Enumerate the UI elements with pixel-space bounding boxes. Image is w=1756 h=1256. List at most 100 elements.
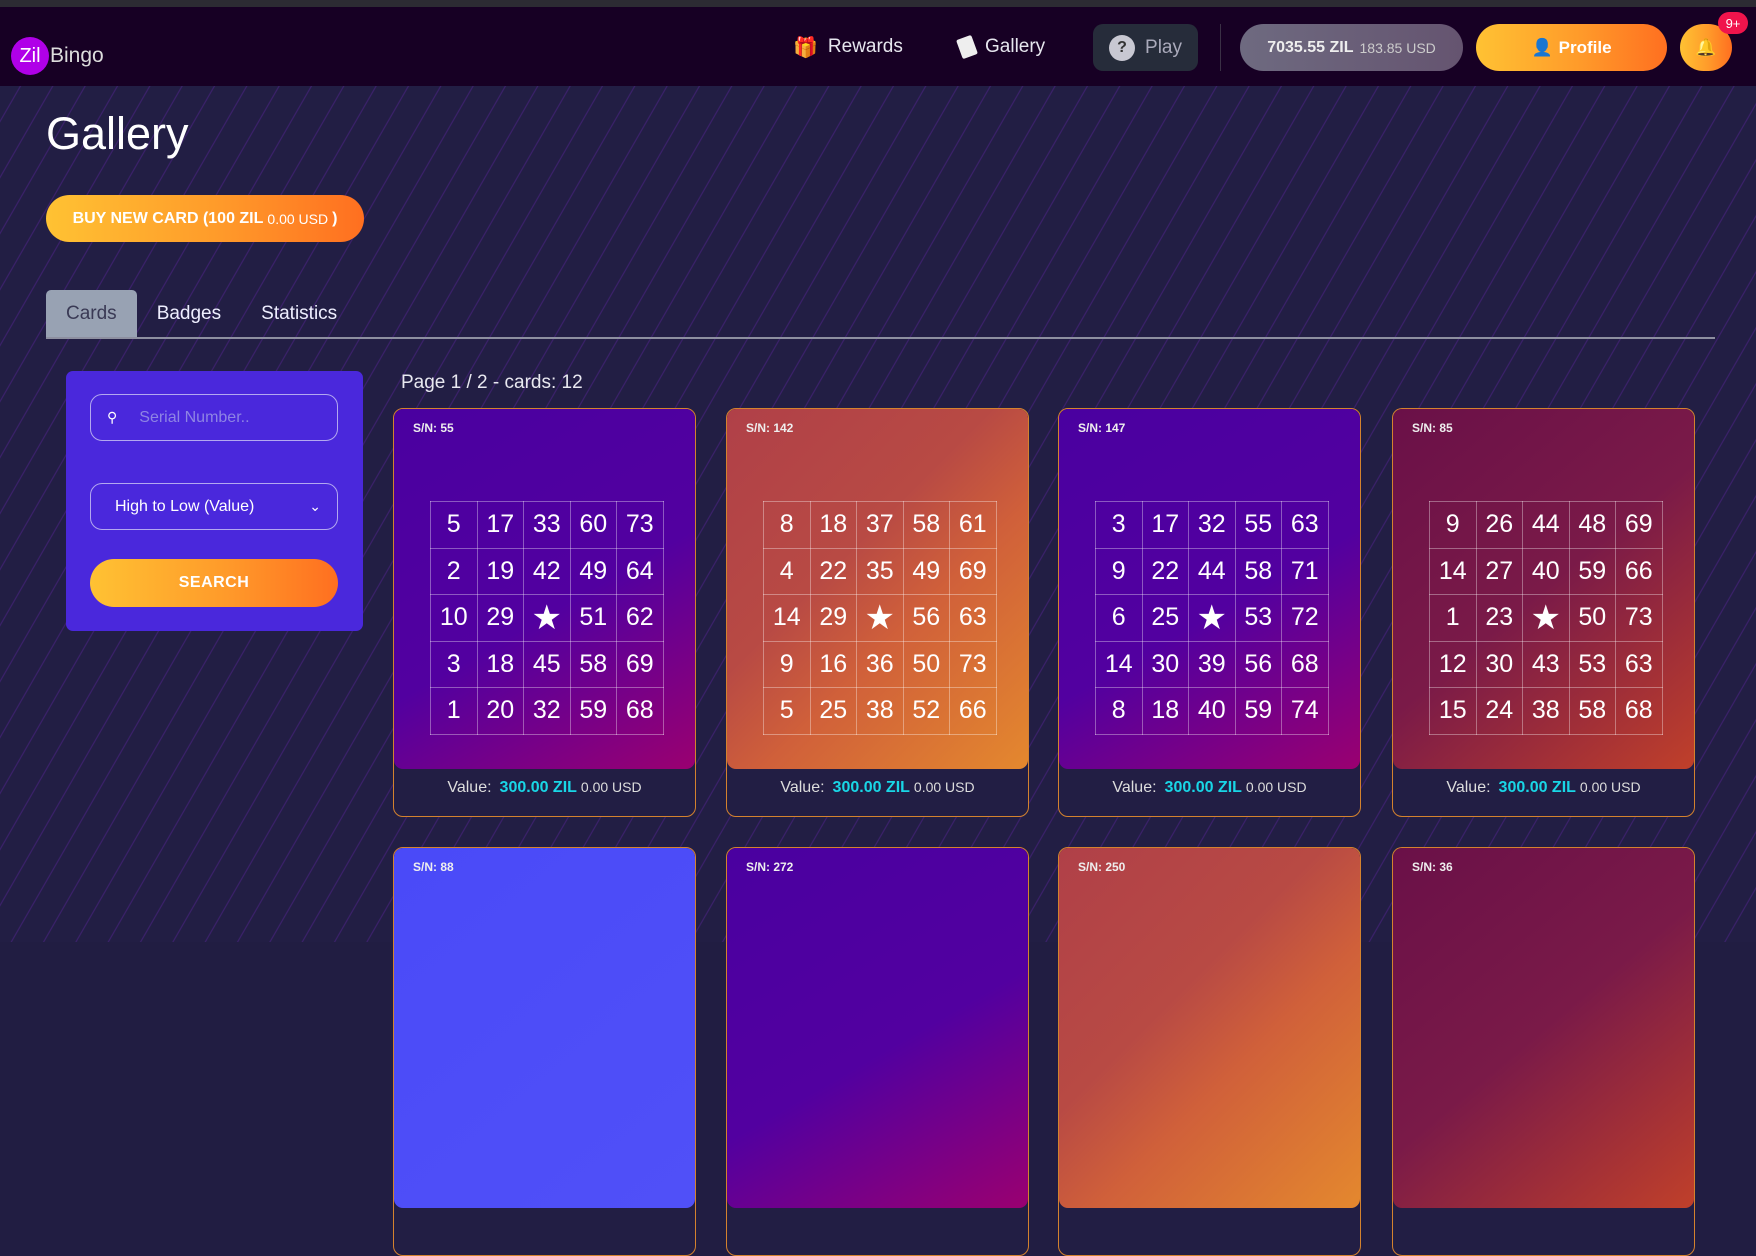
grid-number: 50 <box>1568 594 1616 642</box>
grid-number: 32 <box>523 687 571 735</box>
card-face: S/N: 147 3 17 32 55 63 9 22 44 58 71 6 25 ★ 53 72 14 30 39… <box>1059 409 1360 769</box>
grid-number: 24 <box>1475 687 1523 735</box>
grid-number: 69 <box>616 640 664 688</box>
grid-number: 44 <box>1522 501 1570 549</box>
card-value: Value: 300.00 ZIL 0.00 USD <box>1059 779 1360 797</box>
buy-close: ) <box>332 209 338 227</box>
grid-number: 26 <box>1475 501 1523 549</box>
grid-number: 61 <box>949 501 997 549</box>
filter-panel: ⚲ High to Low (Value) ⌄ SEARCH <box>66 371 363 631</box>
card-face: S/N: 36 <box>1393 848 1694 1208</box>
grid-number: 53 <box>1568 640 1616 688</box>
grid-number: 56 <box>1234 640 1282 688</box>
grid-number: 48 <box>1568 501 1616 549</box>
logo-zil: Zil <box>11 37 49 75</box>
nav-rewards-label: Rewards <box>827 36 903 57</box>
card-value: Value: 300.00 ZIL 0.00 USD <box>394 779 695 797</box>
value-label: Value: <box>1112 779 1157 796</box>
notification-badge: 9+ <box>1718 12 1748 34</box>
value-zil: 300.00 ZIL <box>1498 779 1576 796</box>
grid-number: 73 <box>949 640 997 688</box>
grid-number: 74 <box>1281 687 1329 735</box>
play-label: Play <box>1145 36 1182 58</box>
grid-number: 20 <box>476 687 524 735</box>
search-icon: ⚲ <box>107 409 118 425</box>
serial-number: S/N: 142 <box>746 421 794 435</box>
grid-number: 29 <box>476 594 524 642</box>
search-button[interactable]: SEARCH <box>90 559 338 607</box>
grid-number: 63 <box>949 594 997 642</box>
grid-number: 3 <box>430 640 478 688</box>
grid-number: 18 <box>476 640 524 688</box>
grid-number: 29 <box>809 594 857 642</box>
serial-number: S/N: 85 <box>1412 421 1453 435</box>
grid-number: 3 <box>1095 501 1143 549</box>
grid-number: 5 <box>430 501 478 549</box>
grid-number: 71 <box>1281 547 1329 595</box>
grid-number: 68 <box>616 687 664 735</box>
grid-number: 17 <box>1141 501 1189 549</box>
buy-usd: 0.00 USD <box>267 210 329 227</box>
grid-number: 43 <box>1522 640 1570 688</box>
nav-divider <box>1220 24 1221 71</box>
grid-number: 38 <box>856 687 904 735</box>
nav-gallery[interactable]: Gallery <box>956 27 1045 67</box>
bingo-card[interactable]: S/N: 36 <box>1392 847 1695 1256</box>
grid-number: 40 <box>1188 687 1236 735</box>
grid-number: 9 <box>1429 501 1477 549</box>
grid-number: 9 <box>1095 547 1143 595</box>
serial-number: S/N: 88 <box>413 860 454 874</box>
grid-number: 55 <box>1234 501 1282 549</box>
grid-number: 30 <box>1475 640 1523 688</box>
cards-icon <box>956 34 978 60</box>
star-icon: ★ <box>523 594 571 642</box>
grid-number: 36 <box>856 640 904 688</box>
grid-number: 35 <box>856 547 904 595</box>
play-button[interactable]: ? Play <box>1093 24 1198 71</box>
grid-number: 27 <box>1475 547 1523 595</box>
grid-number: 15 <box>1429 687 1477 735</box>
star-icon: ★ <box>856 594 904 642</box>
grid-number: 16 <box>809 640 857 688</box>
bingo-card[interactable]: S/N: 85 9 26 44 48 69 14 27 40 59 66 1 23 ★ 50 73 12 30 43… <box>1392 408 1695 817</box>
grid-number: 1 <box>430 687 478 735</box>
logo[interactable]: Zil Bingo <box>11 37 104 75</box>
tab-badges[interactable]: Badges <box>137 290 241 337</box>
grid-number: 18 <box>1141 687 1189 735</box>
tab-cards[interactable]: Cards <box>46 290 137 337</box>
profile-button[interactable]: 👤 Profile <box>1476 24 1667 71</box>
card-face: S/N: 55 5 17 33 60 73 2 19 42 49 64 10 29 ★ 51 62 3 18 45 5… <box>394 409 695 769</box>
bingo-card[interactable]: S/N: 88 <box>393 847 696 1256</box>
grid-number: 9 <box>763 640 811 688</box>
balance-pill[interactable]: 7035.55 ZIL 183.85 USD <box>1240 24 1463 71</box>
grid-number: 73 <box>616 501 664 549</box>
grid-number: 66 <box>1615 547 1663 595</box>
tab-statistics[interactable]: Statistics <box>241 290 357 337</box>
card-face: S/N: 250 <box>1059 848 1360 1208</box>
grid-number: 72 <box>1281 594 1329 642</box>
grid-number: 64 <box>616 547 664 595</box>
bingo-card[interactable]: S/N: 272 <box>726 847 1029 1256</box>
card-value: Value: 300.00 ZIL 0.00 USD <box>727 779 1028 797</box>
bingo-card[interactable]: S/N: 142 8 18 37 58 61 4 22 35 49 69 14 29 ★ 56 63 9 16 36… <box>726 408 1029 817</box>
bingo-grid: 8 18 37 58 61 4 22 35 49 69 14 29 ★ 56 63 9 16 36 50 73 5 25 3… <box>763 501 997 735</box>
browser-strip <box>0 0 1756 7</box>
grid-number: 17 <box>476 501 524 549</box>
grid-number: 40 <box>1522 547 1570 595</box>
bingo-grid: 3 17 32 55 63 9 22 44 58 71 6 25 ★ 53 72 14 30 39 56 68 8 18 4… <box>1095 501 1329 735</box>
serial-search-field[interactable]: ⚲ <box>90 394 338 441</box>
buy-new-card-button[interactable]: BUY NEW CARD (100 ZIL 0.00 USD ) <box>46 195 364 242</box>
bingo-card[interactable]: S/N: 147 3 17 32 55 63 9 22 44 58 71 6 25 ★ 53 72 14 30 39… <box>1058 408 1361 817</box>
serial-number-input[interactable] <box>139 408 320 427</box>
serial-number: S/N: 250 <box>1078 860 1126 874</box>
bingo-card[interactable]: S/N: 250 <box>1058 847 1361 1256</box>
gallery-tabs: Cards Badges Statistics <box>46 290 1715 339</box>
bingo-card[interactable]: S/N: 55 5 17 33 60 73 2 19 42 49 64 10 29 ★ 51 62 3 18 45 5… <box>393 408 696 817</box>
gift-icon: 🎁 <box>793 36 818 59</box>
grid-number: 66 <box>949 687 997 735</box>
logo-bingo: Bingo <box>50 44 104 67</box>
nav-rewards[interactable]: 🎁 Rewards <box>793 27 903 67</box>
grid-number: 23 <box>1475 594 1523 642</box>
grid-number: 12 <box>1429 640 1477 688</box>
sort-select[interactable]: High to Low (Value) ⌄ <box>90 483 338 530</box>
